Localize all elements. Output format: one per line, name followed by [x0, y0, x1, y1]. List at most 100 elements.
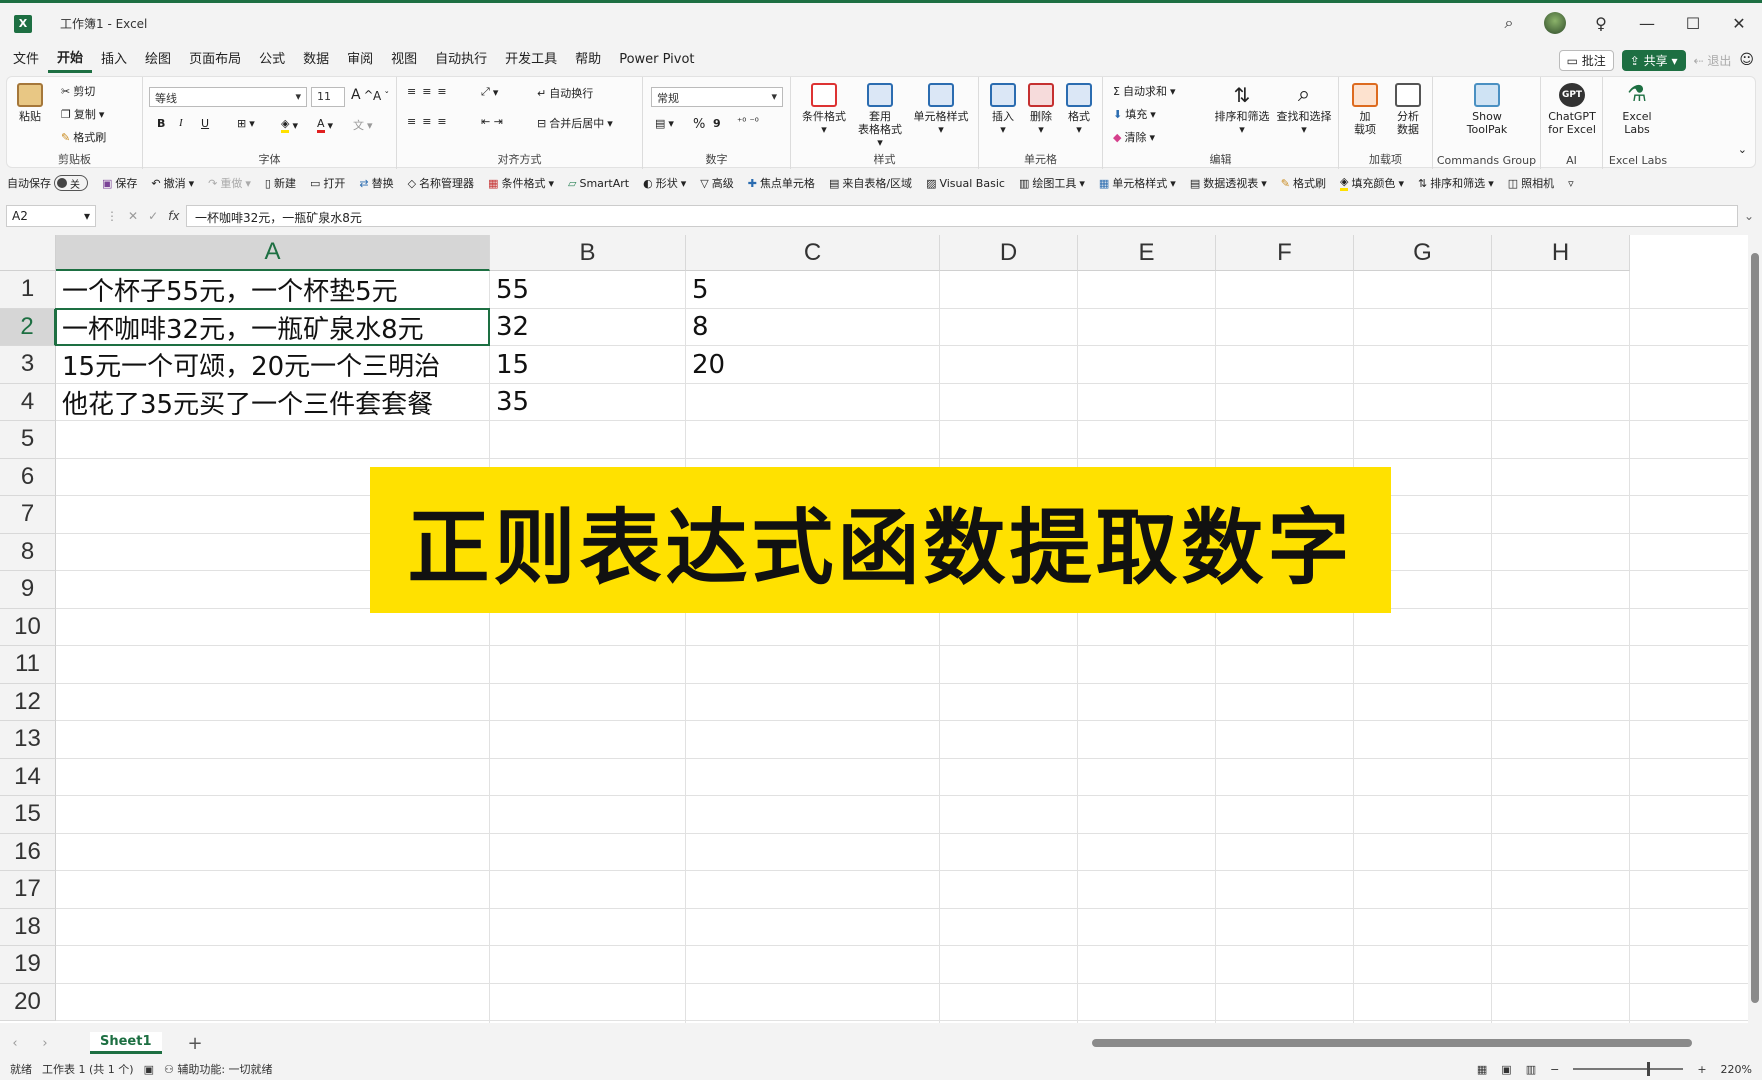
conditional-format-button[interactable]: 条件格式 ▾	[799, 83, 849, 136]
qat-camera[interactable]: ◫ 照相机	[1501, 175, 1561, 191]
cut-button[interactable]: ✂ 剪切	[61, 83, 95, 99]
status-accessibility[interactable]: ⚇ 辅助功能: 一切就绪	[164, 1061, 273, 1077]
addins-button[interactable]: 加载项	[1345, 83, 1385, 136]
tab-automate[interactable]: 自动执行	[426, 47, 496, 73]
autosave-toggle[interactable]: 自动保存 关	[0, 175, 95, 191]
expand-formula-icon[interactable]: ⌄	[1744, 209, 1754, 223]
avatar[interactable]	[1532, 3, 1578, 43]
tab-developer[interactable]: 开发工具	[496, 47, 566, 73]
excel-labs-button[interactable]: ⚗ Excel Labs	[1613, 83, 1661, 137]
phonetic-button[interactable]: 文 ▾	[353, 117, 373, 133]
minimize-button[interactable]: —	[1624, 3, 1670, 43]
qat-from-table[interactable]: ▤ 来自表格/区域	[822, 175, 919, 191]
row-header-16[interactable]: 16	[0, 833, 56, 871]
tab-insert[interactable]: 插入	[92, 47, 136, 73]
row-header-8[interactable]: 8	[0, 533, 56, 571]
cell-b4[interactable]: 35	[490, 384, 686, 422]
autosum-button[interactable]: Σ 自动求和 ▾	[1113, 83, 1175, 99]
column-header-h[interactable]: H	[1492, 235, 1630, 271]
column-header-g[interactable]: G	[1354, 235, 1492, 271]
qat-focus-cell[interactable]: ✚ 焦点单元格	[741, 175, 822, 191]
qat-pivot-table[interactable]: ▤ 数据透视表 ▾	[1183, 175, 1274, 191]
cell-b2[interactable]: 32	[490, 309, 686, 347]
add-sheet-button[interactable]: +	[188, 1033, 203, 1054]
macro-record-icon[interactable]: ▣	[144, 1063, 154, 1076]
column-header-a[interactable]: A	[56, 235, 490, 271]
row-header-12[interactable]: 12	[0, 683, 56, 721]
horizontal-scrollbar[interactable]	[1080, 1036, 1740, 1050]
cell-c2[interactable]: 8	[686, 309, 940, 347]
tab-draw[interactable]: 绘图	[136, 47, 180, 73]
row-header-1[interactable]: 1	[0, 271, 56, 309]
percent-button[interactable]: %	[693, 117, 705, 132]
sheet-tab-sheet1[interactable]: Sheet1	[90, 1032, 162, 1054]
tab-home[interactable]: 开始	[48, 47, 93, 73]
format-cells-button[interactable]: 格式 ▾	[1061, 83, 1097, 136]
fill-button[interactable]: ⬇ 填充 ▾	[1113, 106, 1156, 122]
comma-button[interactable]: 9	[713, 117, 721, 130]
qat-drawing-tools[interactable]: ▥ 绘图工具 ▾	[1012, 175, 1092, 191]
sort-filter-button[interactable]: ⇅ 排序和筛选 ▾	[1213, 83, 1271, 136]
tab-help[interactable]: 帮助	[566, 47, 610, 73]
row-header-14[interactable]: 14	[0, 758, 56, 796]
zoom-slider[interactable]	[1573, 1062, 1684, 1076]
ribbon-collapse-icon[interactable]: ⌄	[1738, 143, 1747, 156]
page-layout-view-icon[interactable]: ▣	[1501, 1063, 1511, 1076]
qat-fill-color[interactable]: ◈ 填充颜色 ▾	[1333, 175, 1411, 191]
cell-a3[interactable]: 15元一个可颂，20元一个三明治	[56, 346, 490, 384]
currency-button[interactable]: ▤ ▾	[655, 117, 674, 130]
merge-center-button[interactable]: ⊟ 合并后居中 ▾	[537, 115, 613, 131]
copy-button[interactable]: ❐ 复制 ▾	[61, 106, 104, 122]
cell-a1[interactable]: 一个杯子55元，一个杯垫5元	[56, 271, 490, 309]
row-header-20[interactable]: 20	[0, 983, 56, 1021]
zoom-level[interactable]: 220%	[1721, 1063, 1752, 1076]
search-icon[interactable]: ⌕	[1486, 3, 1532, 43]
normal-view-icon[interactable]: ▦	[1477, 1063, 1487, 1076]
prev-sheet-icon[interactable]: ‹	[0, 1036, 30, 1051]
row-header-4[interactable]: 4	[0, 383, 56, 421]
number-format-select[interactable]: 常规 ▾	[651, 87, 783, 107]
zoom-out-button[interactable]: −	[1550, 1063, 1559, 1076]
close-button[interactable]: ✕	[1716, 3, 1762, 43]
qat-replace[interactable]: ⇄ 替换	[352, 175, 400, 191]
formula-input[interactable]: 一杯咖啡32元，一瓶矿泉水8元	[186, 205, 1738, 227]
tab-review[interactable]: 审阅	[338, 47, 382, 73]
qat-conditional-format[interactable]: ▦ 条件格式 ▾	[481, 175, 561, 191]
row-header-18[interactable]: 18	[0, 908, 56, 946]
row-header-6[interactable]: 6	[0, 458, 56, 496]
cell-c1[interactable]: 5	[686, 271, 940, 309]
font-color-button[interactable]: A ▾	[317, 117, 333, 133]
row-header-19[interactable]: 19	[0, 946, 56, 984]
lightbulb-icon[interactable]: ♀	[1578, 3, 1624, 43]
column-header-b[interactable]: B	[490, 235, 686, 271]
qat-open[interactable]: ▭ 打开	[303, 175, 352, 191]
decimal-buttons[interactable]: ⁺⁰ ⁻⁰	[737, 117, 759, 128]
select-all-corner[interactable]	[0, 235, 56, 271]
wrap-text-button[interactable]: ↵ 自动换行	[537, 85, 593, 101]
tab-view[interactable]: 视图	[382, 47, 426, 73]
tab-data[interactable]: 数据	[294, 47, 338, 73]
orientation-button[interactable]: ⤢ ▾	[481, 85, 498, 99]
vertical-scrollbar[interactable]	[1748, 235, 1762, 1023]
row-header-2[interactable]: 2	[0, 308, 56, 346]
insert-cells-button[interactable]: 插入 ▾	[985, 83, 1021, 136]
name-box[interactable]: A2 ▾	[6, 205, 96, 227]
row-header-10[interactable]: 10	[0, 608, 56, 646]
column-header-f[interactable]: F	[1216, 235, 1354, 271]
row-header-13[interactable]: 13	[0, 721, 56, 759]
underline-button[interactable]: U	[201, 117, 209, 130]
share-button[interactable]: ⇪ 共享 ▾	[1621, 49, 1686, 71]
qat-visual-basic[interactable]: ▨ Visual Basic	[919, 177, 1012, 190]
row-header-7[interactable]: 7	[0, 496, 56, 534]
horizontal-align-buttons[interactable]: ≡≡≡	[407, 115, 453, 128]
font-grow-button[interactable]: A ^	[351, 87, 373, 103]
qat-smartart[interactable]: ▱ SmartArt	[561, 177, 636, 190]
cell-b3[interactable]: 15	[490, 346, 686, 384]
row-header-15[interactable]: 15	[0, 796, 56, 834]
font-name-select[interactable]: 等线 ▾	[149, 87, 307, 107]
maximize-button[interactable]: ☐	[1670, 3, 1716, 43]
qat-new[interactable]: ▯ 新建	[258, 175, 303, 191]
qat-save[interactable]: ▣ 保存	[95, 175, 144, 191]
qat-cell-styles[interactable]: ▦ 单元格样式 ▾	[1092, 175, 1183, 191]
column-header-e[interactable]: E	[1078, 235, 1216, 271]
